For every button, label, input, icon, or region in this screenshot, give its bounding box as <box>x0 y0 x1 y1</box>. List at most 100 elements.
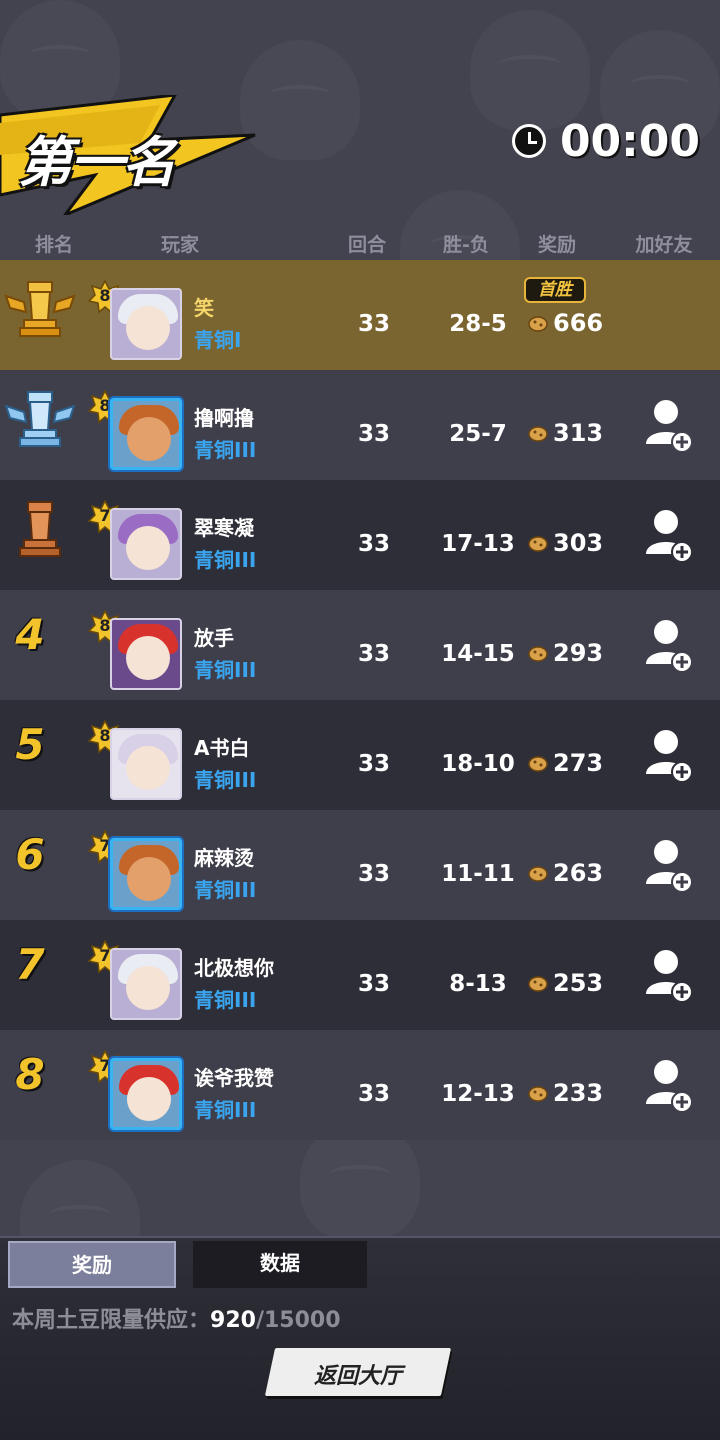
win-loss-value: 12-13 <box>441 1081 515 1107</box>
potato-coin-icon <box>528 426 548 442</box>
rank-number: 6 <box>15 830 45 879</box>
rounds-value: 33 <box>357 861 391 887</box>
player-tier: 青铜III <box>194 438 257 462</box>
win-loss-value: 8-13 <box>449 971 507 997</box>
potato-coin-icon <box>528 316 548 332</box>
supply-label: 本周土豆限量供应： <box>12 1308 211 1333</box>
ranking-row[interactable]: 8 笑 青铜I 33 28-5 首胜 666 <box>0 260 720 370</box>
avatar[interactable] <box>110 508 182 580</box>
reward-value: 313 <box>553 419 604 447</box>
player-name: 翠寒凝 <box>194 516 254 540</box>
player-name: A书白 <box>194 736 250 760</box>
rounds-value: 33 <box>357 751 391 777</box>
potato-coin-icon <box>528 536 548 552</box>
supply-total: /15000 <box>255 1308 341 1333</box>
ranking-row[interactable]: 8 撸啊撸 青铜III 33 25-7 313 <box>0 370 720 480</box>
player-tier: 青铜III <box>194 878 257 902</box>
clock-icon <box>511 124 546 158</box>
add-friend-icon[interactable] <box>644 618 694 672</box>
player-tier: 青铜I <box>194 328 242 352</box>
avatar[interactable] <box>110 618 182 690</box>
win-loss-value: 17-13 <box>441 531 515 557</box>
win-loss-value: 18-10 <box>441 751 515 777</box>
divider <box>0 1236 720 1238</box>
reward: 313 <box>527 419 603 447</box>
rank-number: 4 <box>15 610 45 659</box>
player-tier: 青铜III <box>194 988 257 1012</box>
reward: 273 <box>527 749 603 777</box>
tab-reward[interactable]: 奖励 <box>8 1241 176 1288</box>
column-rounds: 回合 <box>347 234 387 256</box>
avatar[interactable] <box>110 728 182 800</box>
avatar[interactable] <box>110 288 182 360</box>
win-loss-value: 14-15 <box>441 641 515 667</box>
add-friend-icon[interactable] <box>644 1058 694 1112</box>
back-button-label: 返回大厅 <box>313 1364 402 1389</box>
rank-number: 7 <box>15 940 45 989</box>
silver-rook-trophy-icon <box>4 391 76 447</box>
ranking-row[interactable]: 7 翠寒凝 青铜III 33 17-13 303 <box>0 480 720 590</box>
countdown-timer: 00:00 <box>511 116 700 167</box>
win-loss-value: 25-7 <box>449 421 507 447</box>
column-rank: 排名 <box>34 234 74 256</box>
add-friend-icon[interactable] <box>644 508 694 562</box>
player-tier: 青铜III <box>194 548 257 572</box>
player-name: 撸啊撸 <box>194 406 254 430</box>
supply-current: 920 <box>210 1308 256 1333</box>
reward-value: 253 <box>553 969 604 997</box>
rounds-value: 33 <box>357 311 391 337</box>
ranking-row[interactable]: 5 8 A书白 青铜III 33 18-10 273 <box>0 700 720 810</box>
column-record: 胜-负 <box>443 234 489 256</box>
tab-data[interactable]: 数据 <box>193 1241 367 1288</box>
ranking-list: 8 笑 青铜I 33 28-5 首胜 666 8 撸啊撸 青铜III 33 25… <box>0 260 720 1140</box>
reward: 253 <box>527 969 603 997</box>
avatar[interactable] <box>110 838 182 910</box>
reward-value: 233 <box>553 1079 604 1107</box>
ranking-row[interactable]: 4 8 放手 青铜III 33 14-15 293 <box>0 590 720 700</box>
rounds-value: 33 <box>357 641 391 667</box>
avatar[interactable] <box>110 948 182 1020</box>
add-friend-icon[interactable] <box>644 838 694 892</box>
ranking-row[interactable]: 6 7 麻辣烫 青铜III 33 11-11 263 <box>0 810 720 920</box>
win-loss-value: 28-5 <box>449 311 507 337</box>
gold-rook-trophy-icon <box>4 281 76 337</box>
column-reward: 奖励 <box>537 234 577 256</box>
reward-value: 293 <box>553 639 604 667</box>
potato-coin-icon <box>528 1086 548 1102</box>
add-friend-icon[interactable] <box>644 728 694 782</box>
rank-number: 5 <box>15 720 45 769</box>
player-name: 北极想你 <box>194 956 274 980</box>
weekly-supply: 本周土豆限量供应：920/15000 <box>12 1302 341 1334</box>
reward: 233 <box>527 1079 603 1107</box>
reward: 666 <box>527 309 603 337</box>
ranking-row[interactable]: 7 7 北极想你 青铜III 33 8-13 253 <box>0 920 720 1030</box>
potato-coin-icon <box>528 866 548 882</box>
potato-coin-icon <box>528 756 548 772</box>
rank-number: 8 <box>15 1050 45 1099</box>
reward-value: 303 <box>553 529 604 557</box>
reward-value: 273 <box>553 749 604 777</box>
column-add-friend: 加好友 <box>635 234 693 256</box>
page-title: 第一名 <box>18 131 176 194</box>
reward: 293 <box>527 639 603 667</box>
avatar[interactable] <box>110 1058 182 1130</box>
avatar[interactable] <box>110 398 182 470</box>
column-player: 玩家 <box>160 234 200 256</box>
player-tier: 青铜III <box>194 1098 257 1122</box>
add-friend-icon[interactable] <box>644 398 694 452</box>
ranking-row[interactable]: 8 7 诶爷我赞 青铜III 33 12-13 233 <box>0 1030 720 1140</box>
rounds-value: 33 <box>357 971 391 997</box>
player-name: 诶爷我赞 <box>194 1066 274 1090</box>
add-friend-icon[interactable] <box>644 948 694 1002</box>
back-to-lobby-button[interactable]: 返回大厅 <box>264 1348 452 1396</box>
rounds-value: 33 <box>357 531 391 557</box>
bronze-rook-trophy-icon <box>19 501 61 557</box>
player-tier: 青铜III <box>194 768 257 792</box>
player-name: 麻辣烫 <box>194 846 254 870</box>
reward: 263 <box>527 859 603 887</box>
reward-value: 666 <box>553 309 604 337</box>
reward-value: 263 <box>553 859 604 887</box>
first-win-badge: 首胜 <box>524 277 586 303</box>
column-headers: 排名 玩家 回合 胜-负 奖励 加好友 <box>0 230 720 260</box>
potato-coin-icon <box>528 976 548 992</box>
